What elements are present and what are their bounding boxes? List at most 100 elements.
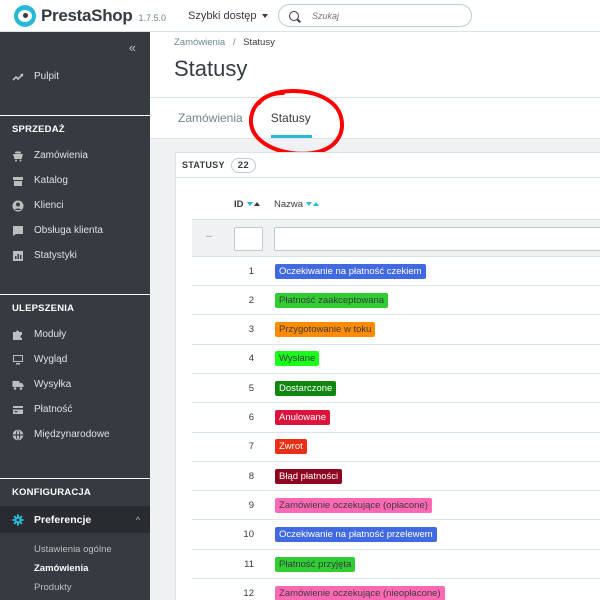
- sidebar-item-dashboard[interactable]: Pulpit: [0, 64, 150, 89]
- sidebar-item-label: Moduły: [34, 329, 67, 340]
- sidebar-item-design[interactable]: Wygląd: [0, 347, 150, 372]
- status-badge: Oczekiwanie na płatność przelewem: [275, 527, 437, 543]
- statuses-panel: STATUSY 22 ID Nazwa -- 1 Oczekiwanie na p…: [175, 152, 600, 600]
- page-title: Statusy: [174, 56, 248, 81]
- table-row[interactable]: 10 Oczekiwanie na płatność przelewem: [192, 521, 600, 550]
- puzzle-icon: [12, 329, 24, 341]
- status-id: 5: [248, 382, 254, 394]
- collapse-sidebar-icon[interactable]: «: [129, 40, 136, 55]
- status-id: 8: [248, 470, 254, 482]
- sort-icon[interactable]: [246, 202, 260, 206]
- chat-icon: [12, 225, 24, 237]
- column-id-label: ID: [234, 198, 244, 210]
- tab-statuses[interactable]: Statusy: [256, 98, 324, 138]
- cart-icon: [12, 150, 24, 162]
- status-id: 10: [243, 529, 254, 541]
- table-row[interactable]: 9 Zamówienie oczekujące (opłacone): [192, 491, 600, 521]
- quick-access-label: Szybki dostęp: [188, 9, 257, 22]
- sidebar-item-customer-service[interactable]: Obsługa klienta: [0, 218, 150, 243]
- status-id: 1: [248, 265, 254, 277]
- monitor-icon: [12, 354, 24, 366]
- chevron-up-icon[interactable]: ^: [136, 515, 140, 525]
- filter-placeholder: --: [206, 231, 212, 241]
- card-icon: [12, 404, 24, 416]
- tab-bar: Zamówienia Statusy: [150, 97, 600, 139]
- status-badge: Przygotowanie w toku: [275, 322, 376, 338]
- sidebar-item-label: Obsługa klienta: [34, 225, 103, 236]
- caret-down-icon: [261, 13, 268, 18]
- search-bar[interactable]: [278, 4, 472, 27]
- sidebar-item-shipping[interactable]: Wysyłka: [0, 372, 150, 397]
- search-icon[interactable]: [289, 10, 299, 21]
- sidebar-item-stats[interactable]: Statystyki: [0, 243, 150, 268]
- sidebar-item-label: Międzynarodowe: [34, 429, 110, 440]
- globe-icon: [12, 429, 24, 441]
- sidebar-item-modules[interactable]: Moduły: [0, 322, 150, 347]
- table-row[interactable]: 3 Przygotowanie w toku: [192, 316, 600, 345]
- tab-orders[interactable]: Zamówienia: [150, 98, 256, 138]
- sidebar-item-international[interactable]: Międzynarodowe: [0, 422, 150, 447]
- sidebar-item-label: Pulpit: [34, 71, 60, 82]
- table-row[interactable]: 5 Dostarczone: [192, 374, 600, 404]
- submenu-item-orders[interactable]: Zamówienia: [0, 559, 150, 578]
- sidebar-item-payment[interactable]: Płatność: [0, 397, 150, 422]
- status-badge: Zwrot: [275, 439, 307, 455]
- table-row[interactable]: 12 Zamówienie oczekujące (nieopłacone): [192, 579, 600, 600]
- table-row[interactable]: 7 Zwrot: [192, 433, 600, 462]
- table-row[interactable]: 2 Płatność zaakceptowana: [192, 286, 600, 316]
- search-input[interactable]: [312, 10, 462, 21]
- submenu-item-general-settings[interactable]: Ustawienia ogólne: [0, 540, 150, 559]
- version-label: 1.7.5.0: [138, 12, 167, 23]
- sort-icon[interactable]: [306, 202, 320, 206]
- status-id: 2: [248, 294, 254, 306]
- sidebar-item-label: Zamówienia: [34, 150, 88, 161]
- panel-title: STATUSY: [182, 160, 225, 170]
- section-configure-heading: KONFIGURACJA: [0, 478, 150, 506]
- name-filter-input[interactable]: [274, 227, 600, 251]
- status-badge: Zamówienie oczekujące (nieopłacone): [275, 585, 445, 600]
- sidebar-item-label: Wygląd: [34, 354, 68, 365]
- table-row[interactable]: 11 Płatność przyjęta: [192, 550, 600, 579]
- table-row[interactable]: 8 Błąd płatności: [192, 462, 600, 492]
- user-icon: [12, 200, 24, 212]
- sidebar-item-customers[interactable]: Klienci: [0, 193, 150, 218]
- sidebar-item-label: Płatność: [34, 404, 73, 415]
- breadcrumb-separator: /: [232, 37, 236, 48]
- status-badge: Błąd płatności: [275, 468, 343, 484]
- section-sell-heading: SPRZEDAŻ: [0, 115, 150, 143]
- status-id: 12: [243, 587, 254, 599]
- status-badge: Anulowane: [275, 410, 331, 425]
- store-icon: [12, 175, 24, 187]
- column-header-name[interactable]: Nazwa: [274, 198, 320, 210]
- status-id: 9: [248, 499, 254, 511]
- table-row[interactable]: 4 Wysłane: [192, 345, 600, 374]
- submenu-item-products[interactable]: Produkty: [0, 578, 150, 597]
- breadcrumb-parent-link[interactable]: Zamówienia: [174, 37, 225, 48]
- breadcrumb-current: Statusy: [243, 37, 275, 48]
- prestashop-logo[interactable]: PrestaShop: [14, 4, 133, 27]
- sidebar-item-catalog[interactable]: Katalog: [0, 168, 150, 193]
- sidebar-item-label: Statystyki: [34, 250, 77, 261]
- column-name-label: Nazwa: [274, 198, 304, 210]
- sidebar-item-label: Wysyłka: [34, 379, 72, 390]
- count-badge: 22: [230, 157, 256, 173]
- status-id: 11: [244, 558, 254, 570]
- sidebar-item-orders[interactable]: Zamówienia: [0, 143, 150, 168]
- status-badge: Oczekiwanie na płatność czekiem: [275, 263, 426, 279]
- status-id: 3: [248, 324, 254, 336]
- status-id: 7: [248, 441, 254, 453]
- status-id: 6: [248, 412, 254, 423]
- section-improve-heading: ULEPSZENIA: [0, 294, 150, 322]
- table-header: ID Nazwa: [192, 189, 600, 219]
- status-badge: Dostarczone: [275, 380, 337, 396]
- id-filter-input[interactable]: [234, 227, 263, 251]
- sidebar: « Pulpit SPRZEDAŻ Zamówienia Katalog Kli…: [0, 32, 150, 600]
- panel-header: STATUSY 22: [176, 153, 600, 178]
- status-badge: Płatność przyjęta: [275, 556, 356, 572]
- quick-access-dropdown[interactable]: Szybki dostęp: [188, 9, 268, 22]
- table-row[interactable]: 6 Anulowane: [192, 404, 600, 433]
- puffin-logo-icon: [14, 4, 36, 27]
- table-row[interactable]: 1 Oczekiwanie na płatność czekiem: [192, 257, 600, 286]
- sidebar-item-preferences[interactable]: Preferencje ^: [0, 506, 150, 533]
- column-header-id[interactable]: ID: [234, 199, 260, 210]
